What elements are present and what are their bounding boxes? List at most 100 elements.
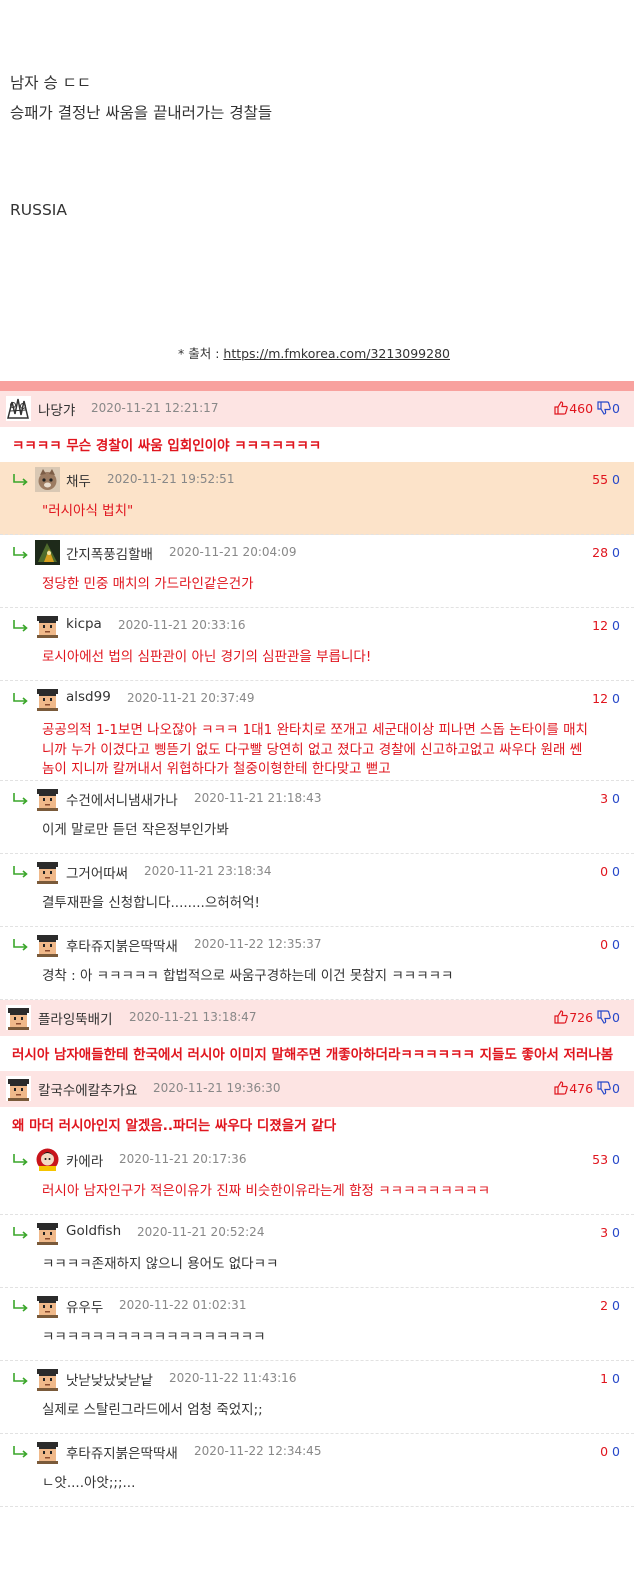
avatar[interactable]	[6, 396, 31, 421]
reply-item: 간지폭풍김할배 2020-11-21 20:04:09 28 0 정당한 민중 매치의 …	[0, 535, 634, 608]
reply-text: 공공의적 1-1보면 나오잖아 ㅋㅋㅋ 1대1 완타치로 쪼개고 세군대이상 피…	[42, 722, 588, 777]
avatar[interactable]	[35, 858, 60, 884]
downvote-count[interactable]: 0	[612, 545, 620, 560]
downvote-value: 0	[612, 1297, 620, 1313]
reply-author[interactable]: 그거어따써	[66, 862, 128, 882]
upvote-count[interactable]: 460	[569, 401, 593, 416]
upvote-count[interactable]: 53	[592, 1152, 608, 1167]
vote-counts: 726 0	[554, 1010, 620, 1027]
reply-arrow-icon	[12, 937, 30, 951]
thumbs-down-icon[interactable]	[597, 1009, 611, 1027]
comment-author[interactable]: 칼국수에칼추가요	[38, 1079, 137, 1099]
avatar[interactable]	[6, 1004, 31, 1030]
reply-arrow-icon	[12, 864, 30, 878]
avatar[interactable]	[35, 1365, 60, 1391]
avatar[interactable]	[35, 467, 60, 492]
vote-counts: 00	[600, 1444, 620, 1459]
upvote-count[interactable]: 3	[600, 1225, 608, 1240]
reply-arrow-icon	[12, 618, 30, 632]
comment-author[interactable]: 플라잉뚝배기	[38, 1008, 113, 1028]
downvote-count[interactable]: 0	[612, 1298, 620, 1313]
downvote-value: 0	[612, 1443, 620, 1459]
downvote-count[interactable]: 0	[612, 1152, 620, 1167]
downvote-value: 0	[612, 1151, 620, 1167]
downvote-count[interactable]: 0	[612, 1444, 620, 1459]
avatar[interactable]	[35, 686, 60, 711]
avatar[interactable]	[35, 785, 60, 811]
upvote-count[interactable]: 0	[600, 864, 608, 879]
reply-author[interactable]: 간지폭풍김할배	[66, 543, 153, 563]
downvote-count[interactable]: 0	[612, 1371, 620, 1386]
downvote-count[interactable]: 0	[612, 791, 620, 806]
avatar[interactable]	[35, 1146, 60, 1172]
upvote-count[interactable]: 0	[600, 937, 608, 952]
upvote-count[interactable]: 12	[592, 618, 608, 633]
thumbs-down-icon[interactable]	[597, 1080, 611, 1098]
reply-date: 2020-11-21 21:18:43	[194, 790, 322, 805]
vote-counts: 10	[600, 1371, 620, 1386]
thumbs-up-icon[interactable]	[554, 401, 568, 418]
downvote-count[interactable]: 0	[597, 401, 620, 416]
downvote-count[interactable]: 0	[612, 937, 620, 952]
reply-header: Goldfish 2020-11-21 20:52:24 3 0	[0, 1215, 634, 1251]
vote-counts: 12 0	[592, 618, 620, 633]
comments-divider	[0, 381, 634, 391]
reply-author[interactable]: Goldfish	[66, 1223, 121, 1239]
downvote-count[interactable]: 0	[597, 1081, 620, 1096]
reply-header: 수건에서니냄새가나 2020-11-21 21:18:43 3 0	[0, 781, 634, 817]
comment-author[interactable]: 나당갸	[38, 399, 75, 419]
comment-date: 2020-11-21 19:36:30	[153, 1080, 281, 1095]
reply-author[interactable]: 수건에서니냄새가나	[66, 789, 178, 809]
vote-counts: 00	[600, 864, 620, 879]
downvote-count[interactable]: 0	[612, 472, 620, 487]
post-content: 남자 승 ㄷㄷ 승패가 결정난 싸움을 끝내러가는 경찰들 RUSSIA * 출…	[0, 0, 634, 380]
reply-author[interactable]: 후타쥬지붉은딱딱새	[66, 1442, 178, 1462]
reply-text: ㅋㅋㅋㅋㅋㅋㅋㅋㅋㅋㅋㅋㅋㅋㅋㅋㅋㅋ	[42, 1328, 266, 1345]
avatar[interactable]	[35, 1292, 60, 1318]
downvote-count[interactable]: 0	[612, 691, 620, 706]
upvote-count[interactable]: 726	[569, 1010, 593, 1025]
upvote-count[interactable]: 3	[600, 791, 608, 806]
reply-arrow-icon	[12, 1225, 30, 1239]
vote-counts: 30	[600, 1225, 620, 1240]
reply-author[interactable]: kicpa	[66, 616, 102, 632]
downvote-count[interactable]: 0	[612, 618, 620, 633]
reply-text: ㅋㅋㅋㅋ존재하지 않으니 용어도 없다ㅋㅋ	[42, 1255, 279, 1272]
reply-author[interactable]: alsd99	[66, 689, 111, 705]
upvote-count[interactable]: 12	[592, 691, 608, 706]
reply-date: 2020-11-22 01:02:31	[119, 1297, 247, 1312]
thumbs-up-icon[interactable]	[554, 1080, 568, 1098]
upvote-count[interactable]: 28	[592, 545, 608, 560]
upvote-count[interactable]: 476	[569, 1081, 593, 1096]
upvote-count[interactable]: 55	[592, 472, 608, 487]
reply-author[interactable]: 유우두	[66, 1296, 103, 1316]
avatar[interactable]	[35, 613, 60, 638]
reply-text: 결투재판을 신청합니다........으허허억!	[42, 894, 260, 911]
upvote-count[interactable]: 0	[600, 1444, 608, 1459]
comment-header: 나당갸 2020-11-21 12:21:17 460 0	[0, 391, 634, 427]
reply-author[interactable]: 낫낟낮났낮낟낱	[66, 1369, 153, 1389]
avatar[interactable]	[35, 931, 60, 957]
avatar[interactable]	[35, 1438, 60, 1464]
downvote-count[interactable]: 0	[612, 1225, 620, 1240]
reply-date: 2020-11-21 19:52:51	[107, 472, 235, 486]
reply-text: 로시아에선 법의 심판관이 아닌 경기의 심판관을 부릅니다!	[42, 649, 372, 665]
downvote-count[interactable]: 0	[597, 1010, 620, 1025]
avatar[interactable]	[6, 1075, 31, 1101]
reply-author[interactable]: 카에라	[66, 1150, 103, 1170]
reply-text: 경착 : 아 ㅋㅋㅋㅋㅋ 합법적으로 싸움구경하는데 이건 못참지 ㅋㅋㅋㅋㅋ	[42, 967, 454, 984]
thumbs-up-icon[interactable]	[554, 1009, 568, 1027]
post-text-line: 남자 승 ㄷㄷ	[10, 74, 92, 92]
avatar[interactable]	[35, 1219, 60, 1245]
vote-counts: 55 0	[592, 472, 620, 487]
upvote-count[interactable]: 2	[600, 1298, 608, 1313]
thumbs-down-icon[interactable]	[597, 401, 611, 418]
reply-header: 그거어따써 2020-11-21 23:18:34 0 0	[0, 854, 634, 890]
downvote-count[interactable]: 0	[612, 864, 620, 879]
source-link[interactable]: https://m.fmkorea.com/3213099280	[223, 346, 450, 361]
reply-item: 유우두 2020-11-22 01:02:31 2 0 ㅋㅋㅋㅋㅋㅋㅋㅋㅋㅋㅋㅋㅋㅋㅋㅋ…	[0, 1288, 634, 1361]
reply-author[interactable]: 후타쥬지붉은딱딱새	[66, 935, 178, 955]
reply-author[interactable]: 채두	[66, 470, 91, 490]
upvote-count[interactable]: 1	[600, 1371, 608, 1386]
avatar[interactable]	[35, 540, 60, 565]
